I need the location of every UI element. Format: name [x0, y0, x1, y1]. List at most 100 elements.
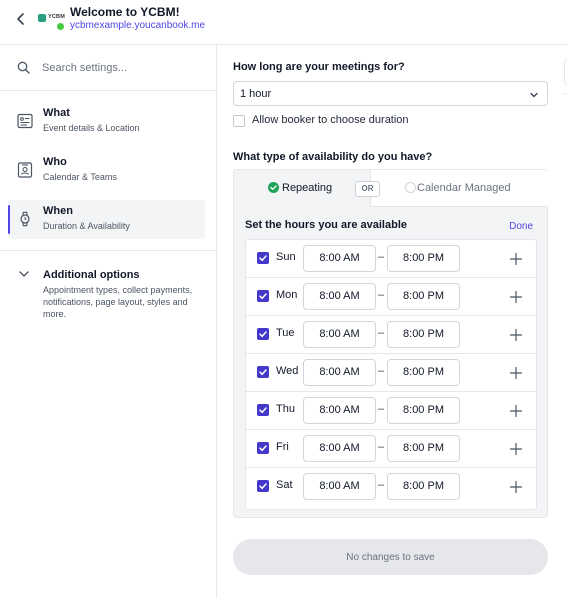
- search-bar: [0, 45, 216, 91]
- start-time-field[interactable]: 8:00 AM: [303, 321, 376, 348]
- plus-icon[interactable]: [509, 366, 523, 380]
- sidebar-item-title: Who: [43, 156, 67, 168]
- availability-panel: Repeating OR Calendar Managed Set the ho…: [233, 169, 548, 518]
- plus-icon[interactable]: [509, 290, 523, 304]
- end-time-field[interactable]: 8:00 PM: [387, 245, 460, 272]
- day-row: Sat 8:00 AM – 8:00 PM: [246, 468, 536, 506]
- weekday-hours-list: Sun 8:00 AM – 8:00 PM Mon 8:00 AM – 8:00…: [245, 239, 537, 510]
- chevron-left-icon: [17, 13, 24, 25]
- ycbm-logo: YCBM: [38, 13, 65, 31]
- divider: [563, 93, 567, 94]
- plus-icon[interactable]: [509, 442, 523, 456]
- day-checkbox[interactable]: [257, 480, 269, 492]
- day-checkbox[interactable]: [257, 252, 269, 264]
- day-name: Mon: [276, 289, 298, 301]
- tab-repeating[interactable]: Repeating: [234, 170, 370, 207]
- tab-calendar-managed[interactable]: Calendar Managed: [370, 170, 548, 207]
- tab-repeating-label: Repeating: [282, 182, 333, 194]
- radio-icon: [405, 182, 416, 193]
- plus-icon[interactable]: [509, 480, 523, 494]
- day-checkbox[interactable]: [257, 290, 269, 302]
- contact-card-icon: [17, 162, 33, 178]
- logo-text: YCBM: [48, 14, 65, 20]
- day-name: Sat: [276, 479, 293, 491]
- plus-icon[interactable]: [509, 252, 523, 266]
- save-button-label: No changes to save: [346, 551, 435, 563]
- back-button[interactable]: [13, 11, 29, 27]
- sidebar-item-who[interactable]: Who Calendar & Teams: [8, 151, 205, 190]
- start-time-field[interactable]: 8:00 AM: [303, 359, 376, 386]
- settings-sidebar: What Event details & Location Who Calend…: [0, 45, 217, 598]
- start-time-field[interactable]: 8:00 AM: [303, 435, 376, 462]
- checkmark-icon: [259, 331, 267, 338]
- start-time-field[interactable]: 8:00 AM: [303, 473, 376, 500]
- day-name: Sun: [276, 251, 296, 263]
- allow-duration-label: Allow booker to choose duration: [252, 114, 409, 126]
- chevron-down-icon: [530, 92, 538, 98]
- sidebar-item-subtitle: Event details & Location: [43, 123, 140, 133]
- plus-icon[interactable]: [509, 328, 523, 342]
- plus-icon[interactable]: [509, 404, 523, 418]
- start-time-field[interactable]: 8:00 AM: [303, 245, 376, 272]
- time-separator: –: [378, 441, 385, 453]
- hours-title: Set the hours you are available: [245, 219, 408, 231]
- duration-value: 1 hour: [240, 88, 272, 100]
- sidebar-item-when[interactable]: When Duration & Availability: [8, 200, 205, 239]
- allow-duration-checkbox[interactable]: [233, 115, 245, 127]
- checkmark-icon: [259, 407, 267, 414]
- day-checkbox[interactable]: [257, 366, 269, 378]
- search-icon: [17, 61, 30, 74]
- or-badge: OR: [355, 181, 380, 197]
- active-indicator: [8, 205, 10, 234]
- day-row: Mon 8:00 AM – 8:00 PM: [246, 278, 536, 316]
- save-button[interactable]: No changes to save: [233, 539, 548, 575]
- page-title: Welcome to YCBM!: [70, 5, 180, 19]
- duration-label: How long are your meetings for?: [233, 61, 405, 73]
- end-time-field[interactable]: 8:00 PM: [387, 473, 460, 500]
- sidebar-item-title: What: [43, 107, 70, 119]
- checkmark-icon: [259, 369, 267, 376]
- tab-calendar-label: Calendar Managed: [417, 182, 511, 194]
- end-time-field[interactable]: 8:00 PM: [387, 321, 460, 348]
- duration-select[interactable]: 1 hour: [233, 81, 548, 106]
- app-header: YCBM Welcome to YCBM! ycbmexample.youcan…: [0, 0, 567, 45]
- checkmark-icon: [259, 293, 267, 300]
- day-row: Fri 8:00 AM – 8:00 PM: [246, 430, 536, 468]
- end-time-field[interactable]: 8:00 PM: [387, 397, 460, 424]
- end-time-field[interactable]: 8:00 PM: [387, 359, 460, 386]
- sidebar-item-title: When: [43, 205, 73, 217]
- start-time-field[interactable]: 8:00 AM: [303, 397, 376, 424]
- time-separator: –: [378, 403, 385, 415]
- day-name: Tue: [276, 327, 295, 339]
- main-panel: How long are your meetings for? 1 hour A…: [218, 45, 567, 598]
- end-time-field[interactable]: 8:00 PM: [387, 283, 460, 310]
- additional-options-subtitle: Appointment types, collect payments, not…: [43, 285, 193, 319]
- sidebar-item-subtitle: Calendar & Teams: [43, 172, 117, 182]
- time-separator: –: [378, 251, 385, 263]
- day-name: Thu: [276, 403, 295, 415]
- day-row: Thu 8:00 AM – 8:00 PM: [246, 392, 536, 430]
- divider: [0, 250, 216, 251]
- availability-label: What type of availability do you have?: [233, 151, 433, 163]
- checkmark-icon: [259, 483, 267, 490]
- time-separator: –: [378, 365, 385, 377]
- end-time-field[interactable]: 8:00 PM: [387, 435, 460, 462]
- day-row: Sun 8:00 AM – 8:00 PM: [246, 240, 536, 278]
- additional-options-title: Additional options: [43, 269, 140, 281]
- start-time-field[interactable]: 8:00 AM: [303, 283, 376, 310]
- time-separator: –: [378, 479, 385, 491]
- day-name: Wed: [276, 365, 299, 377]
- day-checkbox[interactable]: [257, 328, 269, 340]
- day-name: Fri: [276, 441, 289, 453]
- day-checkbox[interactable]: [257, 404, 269, 416]
- search-input[interactable]: [42, 58, 202, 78]
- time-separator: –: [378, 289, 385, 301]
- time-separator: –: [378, 327, 385, 339]
- checkmark-icon: [259, 255, 267, 262]
- done-link[interactable]: Done: [509, 221, 533, 232]
- day-checkbox[interactable]: [257, 442, 269, 454]
- booking-page-link[interactable]: ycbmexample.youcanbook.me: [70, 20, 205, 31]
- check-circle-icon: [268, 182, 279, 193]
- sidebar-item-what[interactable]: What Event details & Location: [8, 102, 205, 141]
- online-status-dot: [56, 22, 65, 31]
